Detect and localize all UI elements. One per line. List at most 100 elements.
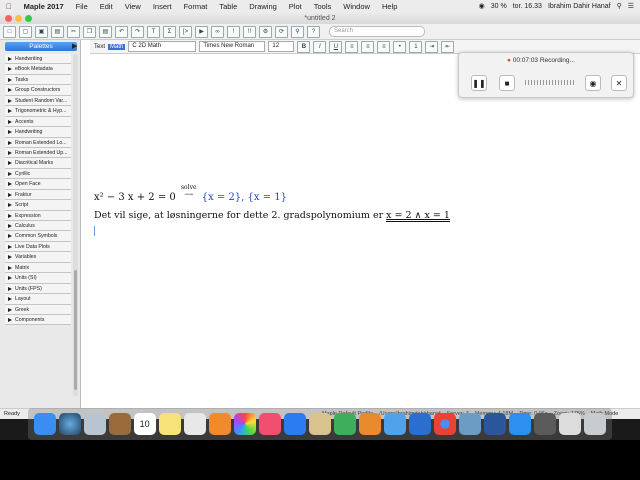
palette-item[interactable]: Roman Extended Up...: [5, 147, 71, 159]
ibooks-icon[interactable]: [208, 413, 231, 435]
zoom-window-button[interactable]: [25, 15, 32, 22]
user-name[interactable]: Ibrahim Dahir Hanaf: [548, 3, 611, 10]
align-right-icon[interactable]: ≡: [377, 40, 391, 53]
trash-icon[interactable]: [584, 413, 607, 435]
word-icon[interactable]: [484, 413, 507, 435]
menu-view[interactable]: View: [119, 2, 147, 11]
help-icon[interactable]: ?: [307, 25, 320, 38]
hyperlink-icon[interactable]: ∞: [211, 25, 224, 38]
calendar-icon[interactable]: 10: [133, 413, 156, 435]
stop-button[interactable]: ■: [499, 75, 515, 91]
clock[interactable]: tor. 16.33: [513, 3, 542, 10]
underline-icon[interactable]: U: [329, 40, 343, 53]
app-menu[interactable]: Maple 2017: [18, 2, 70, 11]
bold-icon[interactable]: B: [297, 40, 311, 53]
apple-icon[interactable]: : [0, 2, 18, 11]
style-select[interactable]: C 2D Math: [128, 41, 197, 52]
cut-icon[interactable]: ✂: [67, 25, 80, 38]
palette-item[interactable]: Expression: [5, 210, 71, 221]
camera-icon[interactable]: ◉: [585, 75, 601, 91]
palette-item[interactable]: Handwriting: [5, 127, 71, 138]
equation[interactable]: x² − 3 x + 2 = 0: [94, 192, 176, 203]
close-recording-button[interactable]: ✕: [611, 75, 627, 91]
text-mode-button[interactable]: Text: [94, 44, 105, 50]
itunes-icon[interactable]: [258, 413, 281, 435]
execute-icon[interactable]: !: [227, 25, 240, 38]
notification-icon[interactable]: ☰: [628, 2, 634, 10]
paste-icon[interactable]: ▤: [99, 25, 112, 38]
palette-item[interactable]: Accents: [5, 116, 71, 128]
worksheet[interactable]: x² − 3 x + 2 = 0 solve ⟶ {x = 2}, {x = 1}…: [90, 54, 640, 408]
palette-item[interactable]: Live Data Plots: [5, 241, 71, 253]
menu-drawing[interactable]: Drawing: [243, 2, 283, 11]
palette-item[interactable]: Units (FPS): [5, 283, 71, 295]
math-mode-button[interactable]: Math: [108, 43, 126, 50]
palette-item[interactable]: Open Face: [5, 179, 71, 190]
messages-icon[interactable]: [383, 413, 406, 435]
palette-item[interactable]: Script: [5, 200, 71, 211]
palette-item[interactable]: Diacritical Marks: [5, 158, 71, 169]
numbers-icon[interactable]: [333, 413, 356, 435]
search-input[interactable]: Search: [329, 26, 425, 37]
menu-file[interactable]: File: [70, 2, 94, 11]
menu-insert[interactable]: Insert: [147, 2, 178, 11]
restart-icon[interactable]: ⟳: [275, 25, 288, 38]
pause-button[interactable]: ❚❚: [471, 75, 487, 91]
palette-item[interactable]: Tasks: [5, 74, 71, 86]
palette-item[interactable]: eBook Metadata: [5, 64, 71, 75]
align-center-icon[interactable]: ≡: [361, 40, 375, 53]
facetime-icon[interactable]: [509, 413, 532, 435]
palette-item[interactable]: Calculus: [5, 221, 71, 232]
undo-icon[interactable]: ↶: [115, 25, 128, 38]
answer-math[interactable]: x = 2 ∧ x = 1: [386, 210, 450, 222]
palette-item[interactable]: Roman Extended Lo...: [5, 137, 71, 148]
section-icon[interactable]: ▶: [195, 25, 208, 38]
save-icon[interactable]: ▣: [35, 25, 48, 38]
chrome-icon[interactable]: [434, 413, 457, 435]
keynote-icon[interactable]: [308, 413, 331, 435]
open-icon[interactable]: ▢: [19, 25, 32, 38]
palette-item[interactable]: Units (SI): [5, 273, 71, 284]
palette-expand-icon[interactable]: ▶: [72, 42, 77, 50]
math-input-line[interactable]: x² − 3 x + 2 = 0 solve ⟶ {x = 2}, {x = 1}: [94, 184, 287, 203]
text-content[interactable]: Det vil sige, at løsningerne for dette 2…: [94, 210, 386, 221]
debug-icon[interactable]: ⚙: [259, 25, 272, 38]
align-left-icon[interactable]: ≡: [345, 40, 359, 53]
palette-item[interactable]: Cyrillic: [5, 168, 71, 180]
palette-item[interactable]: Matrix: [5, 262, 71, 274]
palette-item[interactable]: Components: [5, 314, 71, 326]
palettes-header[interactable]: Palettes: [5, 42, 77, 51]
menu-plot[interactable]: Plot: [283, 2, 308, 11]
menu-format[interactable]: Format: [178, 2, 214, 11]
spotlight-icon[interactable]: ⚲: [617, 2, 622, 10]
menu-help[interactable]: Help: [376, 2, 403, 11]
launchpad-icon[interactable]: [83, 413, 106, 435]
screen-recorder-icon[interactable]: [534, 413, 557, 435]
execution-group-icon[interactable]: [>: [179, 25, 192, 38]
copy-icon[interactable]: ❐: [83, 25, 96, 38]
palette-scroll-thumb[interactable]: [74, 270, 77, 390]
outdent-icon[interactable]: ⇤: [441, 40, 455, 53]
battery-percent[interactable]: 30 %: [491, 3, 507, 10]
menu-edit[interactable]: Edit: [94, 2, 119, 11]
palette-item[interactable]: Handwriting: [5, 54, 71, 65]
execute-all-icon[interactable]: !!: [243, 25, 256, 38]
palette-item[interactable]: Student Random Var...: [5, 95, 71, 107]
menu-table[interactable]: Table: [213, 2, 243, 11]
palette-item[interactable]: Greek: [5, 304, 71, 315]
font-select[interactable]: Times New Roman: [199, 41, 266, 52]
indent-icon[interactable]: ⇥: [425, 40, 439, 53]
palette-item[interactable]: Group Constructors: [5, 85, 71, 96]
palette-item[interactable]: Common Symbols: [5, 231, 71, 242]
menu-tools[interactable]: Tools: [308, 2, 338, 11]
siri-icon[interactable]: [58, 413, 81, 435]
zoom-icon[interactable]: ⚲: [291, 25, 304, 38]
redo-icon[interactable]: ↷: [131, 25, 144, 38]
palette-item[interactable]: Layout: [5, 294, 71, 305]
math-mode-icon[interactable]: Σ: [163, 25, 176, 38]
menu-window[interactable]: Window: [337, 2, 376, 11]
reminders-icon[interactable]: [183, 413, 206, 435]
wifi-icon[interactable]: ◉: [479, 2, 485, 10]
contacts-icon[interactable]: [108, 413, 131, 435]
photos-icon[interactable]: [233, 413, 256, 435]
